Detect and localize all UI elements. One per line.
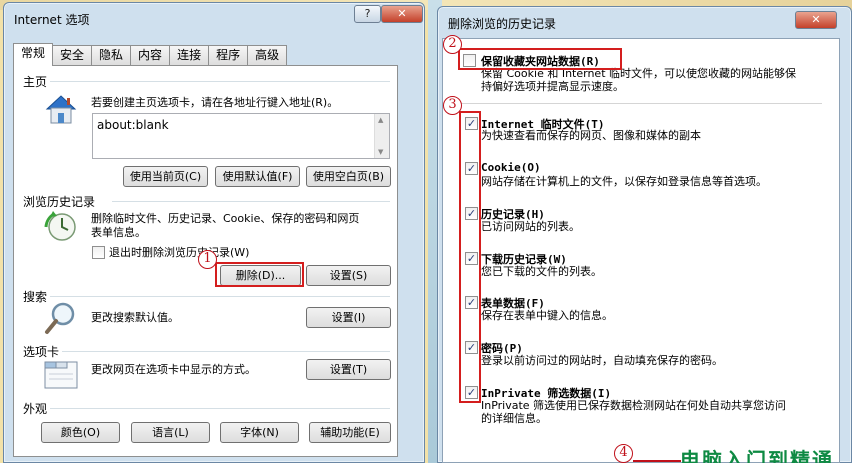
window-title: Internet 选项 bbox=[14, 13, 90, 27]
address-scrollbar[interactable]: ▲ ▼ bbox=[374, 114, 389, 158]
homepage-group-label: 主页 bbox=[23, 75, 48, 89]
divider bbox=[50, 408, 390, 409]
cookies-title: Cookie(O) bbox=[481, 161, 541, 174]
delete-on-exit-label: 退出时删除浏览历史记录(W) bbox=[109, 246, 250, 259]
divider bbox=[50, 81, 390, 82]
preserve-favorites-desc-line2: 持偏好选项并提高显示速度。 bbox=[481, 80, 624, 93]
search-settings-button[interactable]: 设置(I) bbox=[306, 307, 391, 328]
tab-security[interactable]: 安全 bbox=[52, 45, 93, 66]
divider bbox=[62, 351, 390, 352]
tab-programs[interactable]: 程序 bbox=[208, 45, 249, 66]
accessibility-button[interactable]: 辅助功能(E) bbox=[309, 422, 391, 443]
tabs-desc: 更改网页在选项卡中显示的方式。 bbox=[91, 363, 256, 376]
divider bbox=[50, 296, 390, 297]
tab-privacy[interactable]: 隐私 bbox=[91, 45, 132, 66]
history-settings-button[interactable]: 设置(S) bbox=[306, 265, 391, 286]
annotation-number-4: 4 bbox=[614, 444, 633, 463]
tab-connections[interactable]: 连接 bbox=[169, 45, 210, 66]
help-button[interactable]: ? bbox=[354, 5, 381, 23]
inprivate-filtering-desc-line2: 的详细信息。 bbox=[481, 412, 547, 425]
checkbox-column-highlight bbox=[459, 111, 481, 403]
divider bbox=[460, 103, 822, 104]
tabs-settings-button[interactable]: 设置(T) bbox=[306, 359, 391, 380]
delete-button-highlight bbox=[215, 262, 304, 287]
close-button[interactable]: ✕ bbox=[381, 5, 423, 23]
cookies-desc: 网站存储在计算机上的文件，以保存如登录信息等首选项。 bbox=[481, 175, 767, 188]
use-blank-button[interactable]: 使用空白页(B) bbox=[306, 166, 391, 187]
tab-advanced[interactable]: 高级 bbox=[247, 45, 288, 66]
appearance-group-label: 外观 bbox=[23, 402, 48, 416]
history-clock-icon bbox=[44, 211, 76, 241]
form-data-desc: 保存在表单中键入的信息。 bbox=[481, 309, 613, 322]
magnifier-icon bbox=[45, 302, 75, 334]
languages-button[interactable]: 语言(L) bbox=[131, 422, 210, 443]
passwords-desc: 登录以前访问过的网站时，自动填充保存的密码。 bbox=[481, 354, 723, 367]
history-desc-line1: 删除临时文件、历史记录、Cookie、保存的密码和网页 bbox=[91, 212, 360, 225]
history-desc: 已访问网站的列表。 bbox=[481, 220, 580, 233]
history-desc-line2: 表单信息。 bbox=[91, 226, 146, 239]
annotation-arrow bbox=[633, 460, 681, 462]
temp-files-desc: 为快速查看而保存的网页、图像和媒体的副本 bbox=[481, 129, 701, 142]
watermark-text: 电脑入门到精通 bbox=[680, 448, 834, 463]
tab-general[interactable]: 常规 bbox=[13, 43, 54, 66]
use-default-button[interactable]: 使用默认值(F) bbox=[215, 166, 300, 187]
preserve-favorites-highlight bbox=[458, 48, 622, 70]
window-title: 删除浏览的历史记录 bbox=[448, 17, 557, 31]
close-button[interactable]: ✕ bbox=[795, 11, 837, 29]
homepage-hint: 若要创建主页选项卡，请在各地址行键入地址(R)。 bbox=[91, 96, 339, 109]
scroll-down-icon[interactable]: ▼ bbox=[378, 148, 383, 156]
homepage-address-input[interactable]: about:blank ▲ ▼ bbox=[92, 113, 390, 159]
divider bbox=[112, 201, 390, 202]
download-history-desc: 您已下载的文件的列表。 bbox=[481, 265, 602, 278]
annotation-number-1: 1 bbox=[198, 250, 217, 269]
scroll-up-icon[interactable]: ▲ bbox=[378, 116, 383, 124]
annotation-number-2: 2 bbox=[443, 35, 462, 54]
tab-strip: 常规 安全 隐私 内容 连接 程序 高级 bbox=[13, 43, 288, 66]
homepage-address-value: about:blank bbox=[97, 118, 169, 132]
tab-content[interactable]: 内容 bbox=[130, 45, 171, 66]
tabbed-window-icon bbox=[44, 361, 78, 389]
annotation-number-3: 3 bbox=[443, 96, 462, 115]
history-group-label: 浏览历史记录 bbox=[23, 195, 96, 209]
house-icon bbox=[45, 95, 77, 124]
fonts-button[interactable]: 字体(N) bbox=[220, 422, 299, 443]
search-desc: 更改搜索默认值。 bbox=[91, 311, 179, 324]
delete-on-exit-checkbox[interactable] bbox=[92, 246, 105, 259]
colors-button[interactable]: 颜色(O) bbox=[41, 422, 120, 443]
use-current-button[interactable]: 使用当前页(C) bbox=[123, 166, 208, 187]
